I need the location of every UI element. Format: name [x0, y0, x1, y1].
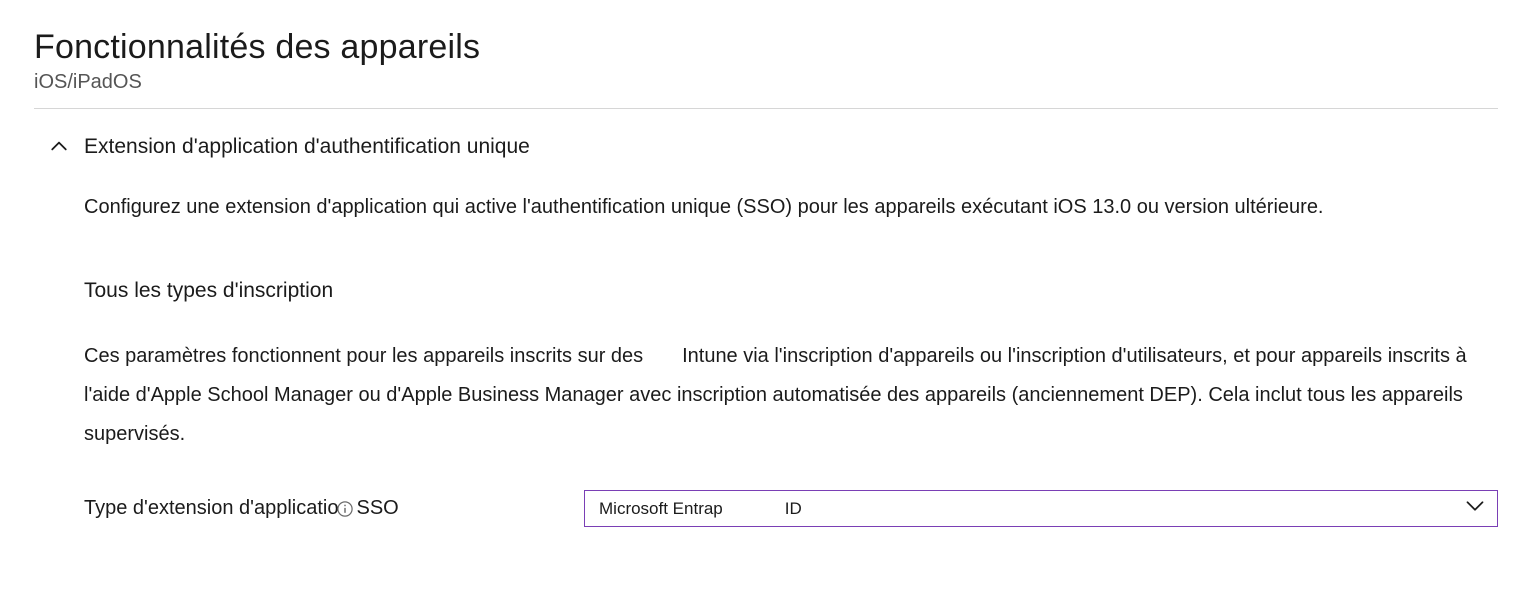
page-title: Fonctionnalités des appareils: [34, 28, 1498, 67]
subsection-title: Tous les types d'inscription: [84, 279, 1498, 303]
sso-type-value-part2: ID: [785, 499, 802, 518]
subsection-description: Ces paramètres fonctionnent pour les app…: [84, 337, 1498, 454]
subsection-desc-part1: Ces paramètres fonctionnent pour les app…: [84, 345, 643, 367]
sso-type-label-part2: SSO: [356, 497, 398, 520]
section-title: Extension d'application d'authentificati…: [84, 135, 1498, 159]
sso-type-label: Type d'extension d'applicatio SSO: [84, 497, 584, 520]
info-icon[interactable]: [336, 500, 354, 518]
sso-type-value: Microsoft Entrap ID: [599, 499, 802, 519]
chevron-down-icon: [1465, 496, 1485, 522]
sso-type-select[interactable]: Microsoft Entrap ID: [584, 490, 1498, 527]
chevron-up-icon: [50, 137, 68, 155]
sso-type-label-part1: Type d'extension d'applicatio: [84, 497, 338, 520]
divider: [34, 108, 1498, 109]
sso-type-row: Type d'extension d'applicatio SSO Micros…: [84, 490, 1498, 527]
page-subtitle: iOS/iPadOS: [34, 71, 1498, 94]
sso-extension-section: Extension d'application d'authentificati…: [34, 135, 1498, 527]
section-description: Configurez une extension d'application q…: [84, 193, 1498, 221]
sso-type-value-part1: Microsoft Entrap: [599, 499, 723, 518]
collapse-toggle[interactable]: [34, 135, 84, 155]
